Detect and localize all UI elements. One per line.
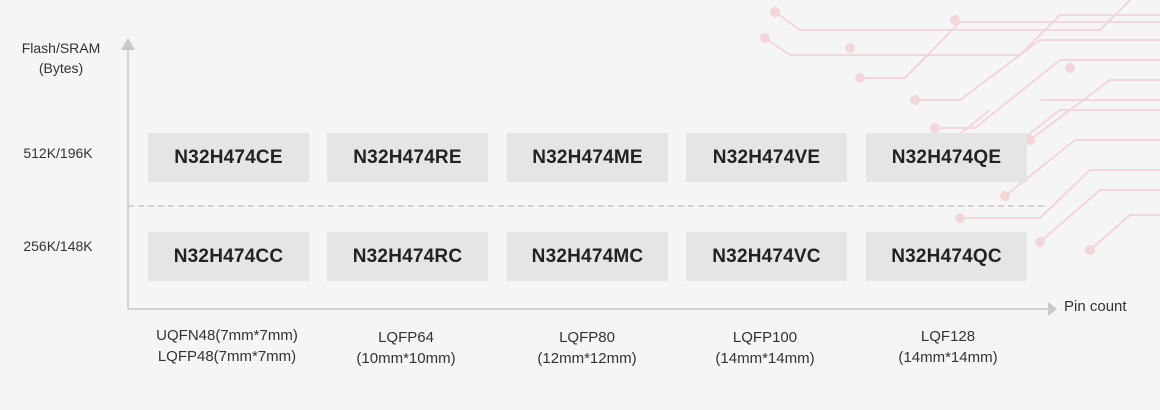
- part-cell: N32H474VE: [686, 133, 847, 182]
- part-cell: N32H474CC: [148, 232, 309, 281]
- part-cell: N32H474RE: [327, 133, 488, 182]
- part-cell: N32H474MC: [507, 232, 668, 281]
- product-matrix-diagram: Flash/SRAM (Bytes) 512K/196K 256K/148K N…: [0, 0, 1160, 410]
- part-cell: N32H474VC: [686, 232, 847, 281]
- part-cell: N32H474QE: [866, 133, 1027, 182]
- y-axis-arrow: [121, 38, 135, 50]
- x-axis-arrow: [1048, 302, 1057, 316]
- package-label: LQFP80 (12mm*12mm): [537, 329, 637, 367]
- x-axis-title: Pin count: [1064, 298, 1127, 315]
- package-label: LQFP64 (10mm*10mm): [356, 329, 456, 367]
- y-axis-title: Flash/SRAM (Bytes): [21, 40, 101, 76]
- part-cell: N32H474RC: [327, 232, 488, 281]
- row-label-256k: 256K/148K: [23, 238, 93, 254]
- part-cell: N32H474CE: [148, 133, 309, 182]
- part-cell: N32H474ME: [507, 133, 668, 182]
- package-label: LQF128 (14mm*14mm): [898, 328, 998, 366]
- part-cell: N32H474QC: [866, 232, 1027, 281]
- package-label: UQFN48(7mm*7mm) LQFP48(7mm*7mm): [156, 327, 298, 365]
- row-label-512k: 512K/196K: [23, 145, 93, 161]
- package-label: LQFP100 (14mm*14mm): [715, 329, 815, 367]
